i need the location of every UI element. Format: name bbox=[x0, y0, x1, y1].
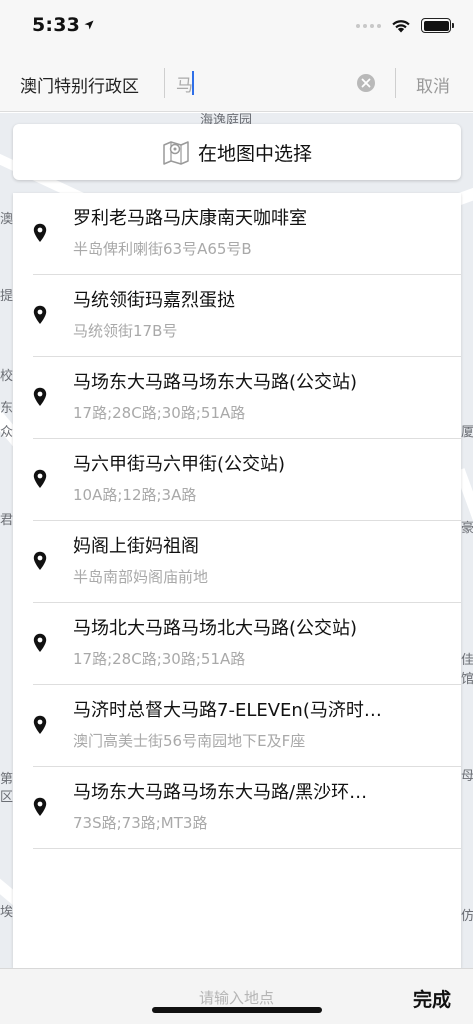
result-item[interactable]: 罗利老马路马庆康南天咖啡室 半岛俾利喇街63号A65号B bbox=[13, 193, 461, 275]
select-on-map-label: 在地图中选择 bbox=[197, 142, 312, 165]
map-label: 众 bbox=[0, 425, 14, 440]
cancel-button[interactable]: 取消 bbox=[416, 72, 450, 97]
result-title: 马场东大马路马场东大马路/黑沙环… bbox=[73, 782, 368, 803]
done-button[interactable]: 完成 bbox=[413, 985, 451, 1012]
map-label: 第 bbox=[0, 772, 14, 787]
result-title: 马场北大马路马场北大马路(公交站) bbox=[73, 618, 358, 639]
map-pin-icon bbox=[163, 141, 189, 165]
battery-icon bbox=[421, 18, 454, 33]
clear-icon bbox=[361, 78, 371, 88]
map-label: 母 bbox=[461, 769, 473, 784]
map-label: 厦 bbox=[461, 425, 473, 440]
text-caret bbox=[192, 71, 194, 95]
header-divider-2 bbox=[395, 68, 396, 98]
region-selector[interactable]: 澳门特别行政区 bbox=[20, 72, 139, 97]
result-address: 半岛南部妈阁庙前地 bbox=[73, 568, 209, 586]
result-address: 17路;28C路;30路;51A路 bbox=[73, 404, 246, 422]
result-title: 马场东大马路马场东大马路(公交站) bbox=[73, 372, 358, 393]
clear-search-button[interactable] bbox=[357, 74, 375, 92]
location-arrow-icon bbox=[84, 20, 94, 30]
result-item[interactable]: 马统领街玛嘉烈蛋挞 马统领街17B号 bbox=[13, 275, 461, 357]
location-pin-icon bbox=[33, 633, 47, 652]
map-label: 埃 bbox=[0, 905, 14, 920]
search-header: 澳门特别行政区 取消 bbox=[0, 50, 473, 112]
map-label: 馆 bbox=[461, 672, 473, 687]
status-indicators bbox=[356, 18, 454, 33]
map-label: 澳 bbox=[0, 212, 14, 227]
result-item[interactable]: 马六甲街马六甲街(公交站) 10A路;12路;3A路 bbox=[13, 439, 461, 521]
wifi-icon bbox=[392, 20, 410, 33]
map-label: 豪 bbox=[461, 521, 473, 536]
map-label: 仿 bbox=[461, 909, 473, 924]
cellular-signal-icon bbox=[356, 23, 381, 28]
map-label: 校 bbox=[0, 369, 14, 384]
home-indicator bbox=[152, 1007, 322, 1013]
result-item[interactable]: 妈阁上街妈祖阁 半岛南部妈阁庙前地 bbox=[13, 521, 461, 603]
search-results-list[interactable]: 罗利老马路马庆康南天咖啡室 半岛俾利喇街63号A65号B 马统领街玛嘉烈蛋挞 马… bbox=[13, 193, 461, 968]
result-item[interactable]: 马场东大马路马场东大马路(公交站) 17路;28C路;30路;51A路 bbox=[13, 357, 461, 439]
select-on-map-button[interactable]: 在地图中选择 bbox=[13, 124, 461, 180]
map-label: 君 bbox=[0, 513, 14, 528]
location-input-hint[interactable]: 请输入地点 bbox=[0, 987, 473, 1008]
location-pin-icon bbox=[33, 715, 47, 734]
keyboard-toolbar: 请输入地点 完成 bbox=[0, 968, 473, 1024]
result-item[interactable]: 马场北大马路马场北大马路(公交站) 17路;28C路;30路;51A路 bbox=[13, 603, 461, 685]
row-divider bbox=[33, 848, 461, 849]
result-address: 10A路;12路;3A路 bbox=[73, 486, 197, 504]
result-item[interactable]: 马场东大马路马场东大马路/黑沙环… 73S路;73路;MT3路 bbox=[13, 767, 461, 849]
result-address: 澳门高美士街56号南园地下E及F座 bbox=[73, 732, 306, 750]
status-bar: 5:33 bbox=[0, 0, 473, 50]
result-title: 马统领街玛嘉烈蛋挞 bbox=[73, 290, 235, 311]
result-address: 马统领街17B号 bbox=[73, 322, 178, 340]
location-pin-icon bbox=[33, 305, 47, 324]
result-title: 妈阁上街妈祖阁 bbox=[73, 536, 199, 557]
result-address: 半岛俾利喇街63号A65号B bbox=[73, 240, 252, 258]
search-input[interactable] bbox=[176, 68, 346, 98]
location-pin-icon bbox=[33, 469, 47, 488]
header-divider bbox=[164, 68, 165, 98]
result-item[interactable]: 马济时总督大马路7-ELEVEn(马济时… 澳门高美士街56号南园地下E及F座 bbox=[13, 685, 461, 767]
result-title: 马济时总督大马路7-ELEVEn(马济时… bbox=[73, 700, 382, 721]
status-time: 5:33 bbox=[32, 14, 81, 36]
result-address: 73S路;73路;MT3路 bbox=[73, 814, 208, 832]
map-label: 东 bbox=[0, 401, 14, 416]
location-pin-icon bbox=[33, 387, 47, 406]
map-label: 佳 bbox=[461, 653, 473, 668]
location-pin-icon bbox=[33, 223, 47, 242]
result-title: 马六甲街马六甲街(公交站) bbox=[73, 454, 286, 475]
map-label: 区 bbox=[0, 790, 14, 805]
map-label: 提 bbox=[0, 289, 14, 304]
result-address: 17路;28C路;30路;51A路 bbox=[73, 650, 246, 668]
location-pin-icon bbox=[33, 551, 47, 570]
location-pin-icon bbox=[33, 797, 47, 816]
result-title: 罗利老马路马庆康南天咖啡室 bbox=[73, 208, 307, 229]
